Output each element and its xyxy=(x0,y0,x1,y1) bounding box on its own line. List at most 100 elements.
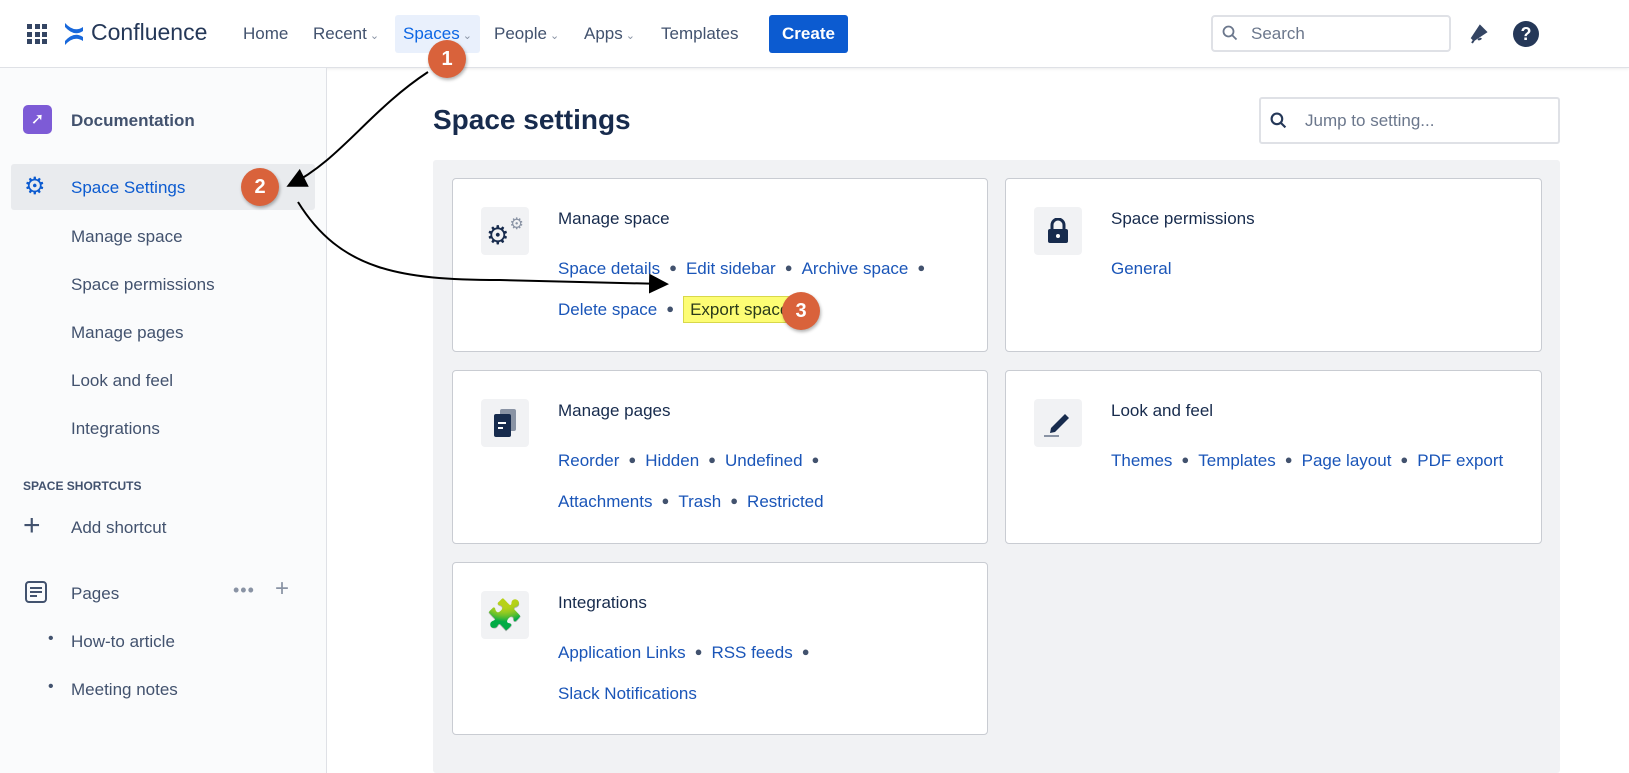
more-options-icon[interactable]: ••• xyxy=(233,580,255,601)
lock-icon xyxy=(1034,207,1082,255)
gear-icon: ⚙ xyxy=(24,173,46,200)
search-icon xyxy=(1222,25,1238,41)
nav-label: People xyxy=(494,24,547,43)
sidebar: ➚ Documentation ⚙ Space Settings Manage … xyxy=(0,68,327,773)
chevron-down-icon: ⌄ xyxy=(625,30,635,42)
templates-link[interactable]: Templates xyxy=(1198,451,1275,470)
app-switcher-icon[interactable] xyxy=(27,24,47,44)
separator: ● xyxy=(694,644,703,659)
nav-apps[interactable]: Apps ⌄ xyxy=(576,15,643,53)
gears-icon: ⚙ ⚙ xyxy=(481,207,529,255)
slack-notifications-link[interactable]: Slack Notifications xyxy=(558,684,697,703)
card-integrations: 🧩 Integrations Application Links ● RSS fee… xyxy=(452,562,988,735)
edit-sidebar-link[interactable]: Edit sidebar xyxy=(686,259,776,278)
separator: ● xyxy=(628,452,637,467)
application-links-link[interactable]: Application Links xyxy=(558,643,686,662)
themes-link[interactable]: Themes xyxy=(1111,451,1172,470)
archive-space-link[interactable]: Archive space xyxy=(802,259,909,278)
nav-people[interactable]: People ⌄ xyxy=(486,15,567,53)
add-shortcut-link[interactable]: Add shortcut xyxy=(71,518,166,538)
page-layout-link[interactable]: Page layout xyxy=(1302,451,1392,470)
page-title: Space settings xyxy=(433,104,631,135)
step-badge-1: 1 xyxy=(428,40,466,78)
space-avatar[interactable]: ➚ xyxy=(23,105,52,134)
sidebar-item-space-permissions[interactable]: Space permissions xyxy=(71,275,215,295)
help-icon[interactable]: ? xyxy=(1513,21,1539,47)
trash-link[interactable]: Trash xyxy=(678,492,721,511)
search-placeholder: Search xyxy=(1251,24,1305,43)
card-title: Manage pages xyxy=(558,401,671,420)
rss-feeds-link[interactable]: RSS feeds xyxy=(711,643,792,662)
separator: ● xyxy=(708,452,717,467)
chevron-down-icon: ⌄ xyxy=(549,30,560,42)
undefined-link[interactable]: Undefined xyxy=(725,451,803,470)
restricted-link[interactable]: Restricted xyxy=(747,492,824,511)
separator: ● xyxy=(1400,452,1409,467)
card-title: Look and feel xyxy=(1111,401,1214,420)
separator: ● xyxy=(661,493,670,508)
pages-icon xyxy=(25,581,47,603)
documents-icon xyxy=(481,399,529,447)
separator: ● xyxy=(784,260,793,275)
sidebar-item-manage-pages[interactable]: Manage pages xyxy=(71,323,183,343)
separator: ● xyxy=(801,644,810,659)
export-space-link[interactable]: Export space xyxy=(683,296,797,323)
attachments-link[interactable]: Attachments xyxy=(558,492,653,511)
nav-label: Apps xyxy=(584,24,623,43)
add-page-icon[interactable]: + xyxy=(275,575,289,603)
top-nav-bar: Confluence Home Recent ⌄ Spaces ⌄ People ⌄ … xyxy=(0,0,1629,68)
shortcuts-heading: SPACE SHORTCUTS xyxy=(23,479,142,493)
card-space-permissions: Space permissions General xyxy=(1005,178,1542,352)
card-manage-space: ⚙ ⚙ Manage space Space details ● Edit sideb… xyxy=(452,178,988,352)
sidebar-item-integrations[interactable]: Integrations xyxy=(71,419,160,439)
card-title: Manage space xyxy=(558,209,670,228)
hidden-link[interactable]: Hidden xyxy=(645,451,699,470)
step-badge-2: 2 xyxy=(241,168,279,206)
create-button[interactable]: Create xyxy=(769,15,848,53)
pdf-export-link[interactable]: PDF export xyxy=(1417,451,1503,470)
plus-icon: + xyxy=(23,509,41,542)
general-link[interactable]: General xyxy=(1111,259,1171,278)
nav-home[interactable]: Home xyxy=(235,15,296,53)
card-title: Integrations xyxy=(558,593,647,612)
bullet-icon: • xyxy=(48,678,54,695)
jump-to-setting-input[interactable]: Jump to setting... xyxy=(1259,97,1560,144)
page-item[interactable]: How-to article xyxy=(71,632,175,652)
separator: ● xyxy=(917,260,926,275)
sidebar-item-label: Space Settings xyxy=(71,178,186,197)
reorder-link[interactable]: Reorder xyxy=(558,451,619,470)
nav-label: Home xyxy=(243,24,289,43)
separator: ● xyxy=(669,260,677,275)
search-icon xyxy=(1270,112,1287,129)
chevron-down-icon: ⌄ xyxy=(462,30,472,42)
separator: ● xyxy=(811,452,820,467)
pages-link[interactable]: Pages xyxy=(71,584,119,604)
jump-placeholder: Jump to setting... xyxy=(1305,111,1435,130)
pencil-icon xyxy=(1034,399,1082,447)
separator: ● xyxy=(730,493,739,508)
nav-templates[interactable]: Templates xyxy=(653,15,746,53)
sidebar-item-look-and-feel[interactable]: Look and feel xyxy=(71,371,173,391)
delete-space-link[interactable]: Delete space xyxy=(558,300,657,319)
search-input[interactable]: Search xyxy=(1211,15,1451,52)
product-name[interactable]: Confluence xyxy=(91,19,207,46)
step-badge-3: 3 xyxy=(782,292,820,330)
card-title: Space permissions xyxy=(1111,209,1255,228)
space-details-link[interactable]: Space details xyxy=(558,259,660,278)
separator: ● xyxy=(666,301,675,316)
sidebar-item-manage-space[interactable]: Manage space xyxy=(71,227,183,247)
chevron-down-icon: ⌄ xyxy=(369,30,380,42)
nav-label: Recent xyxy=(313,24,367,43)
confluence-logo-icon xyxy=(65,23,83,45)
space-name[interactable]: Documentation xyxy=(71,111,195,131)
notification-bell-icon[interactable] xyxy=(1466,22,1490,46)
card-look-and-feel: Look and feel Themes ● Templates ● Page layo… xyxy=(1005,370,1542,544)
nav-label: Templates xyxy=(661,24,739,43)
separator: ● xyxy=(1284,452,1293,467)
separator: ● xyxy=(1181,452,1190,467)
page-item[interactable]: Meeting notes xyxy=(71,680,178,700)
card-manage-pages: Manage pages Reorder ● Hidden ● Undefined ● A… xyxy=(452,370,988,544)
nav-recent[interactable]: Recent ⌄ xyxy=(305,15,387,53)
bullet-icon: • xyxy=(48,630,54,647)
puzzle-icon: 🧩 xyxy=(481,591,529,639)
